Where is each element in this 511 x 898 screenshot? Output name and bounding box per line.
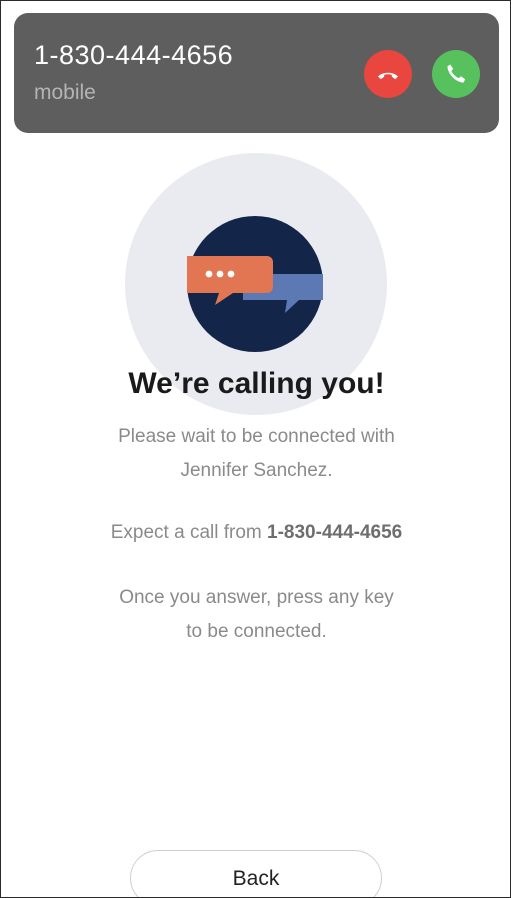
expect-call-number: 1-830-444-4656 [267, 522, 403, 543]
caller-number: 1-830-444-4656 [34, 40, 234, 70]
wait-message-line2: Jennifer Sanchez. [180, 460, 333, 481]
answer-instructions-line2: to be connected. [186, 621, 327, 642]
back-button[interactable]: Back [130, 850, 382, 897]
wait-message-line1: Please wait to be connected with [118, 426, 395, 447]
chat-bubbles-icon [187, 216, 323, 352]
wait-message: Please wait to be connected with Jennife… [1, 420, 510, 488]
expect-call-message: Expect a call from 1-830-444-4656 [1, 516, 510, 550]
back-button-label: Back [232, 867, 280, 890]
decline-call-button[interactable] [364, 50, 412, 98]
answer-instructions: Once you answer, press any key to be con… [1, 581, 510, 649]
accept-call-button[interactable] [432, 50, 480, 98]
page-title: We’re calling you! [128, 367, 385, 400]
caller-type-label: mobile [34, 81, 96, 104]
expect-call-prefix: Expect a call from [110, 522, 268, 543]
phone-icon [447, 64, 466, 83]
phone-hangup-icon [378, 72, 398, 80]
app-screen: 1-830-444-4656 mobile We’re calling you!… [0, 0, 511, 898]
answer-instructions-line1: Once you answer, press any key [119, 587, 394, 608]
incoming-call-banner[interactable]: 1-830-444-4656 mobile [14, 13, 499, 133]
